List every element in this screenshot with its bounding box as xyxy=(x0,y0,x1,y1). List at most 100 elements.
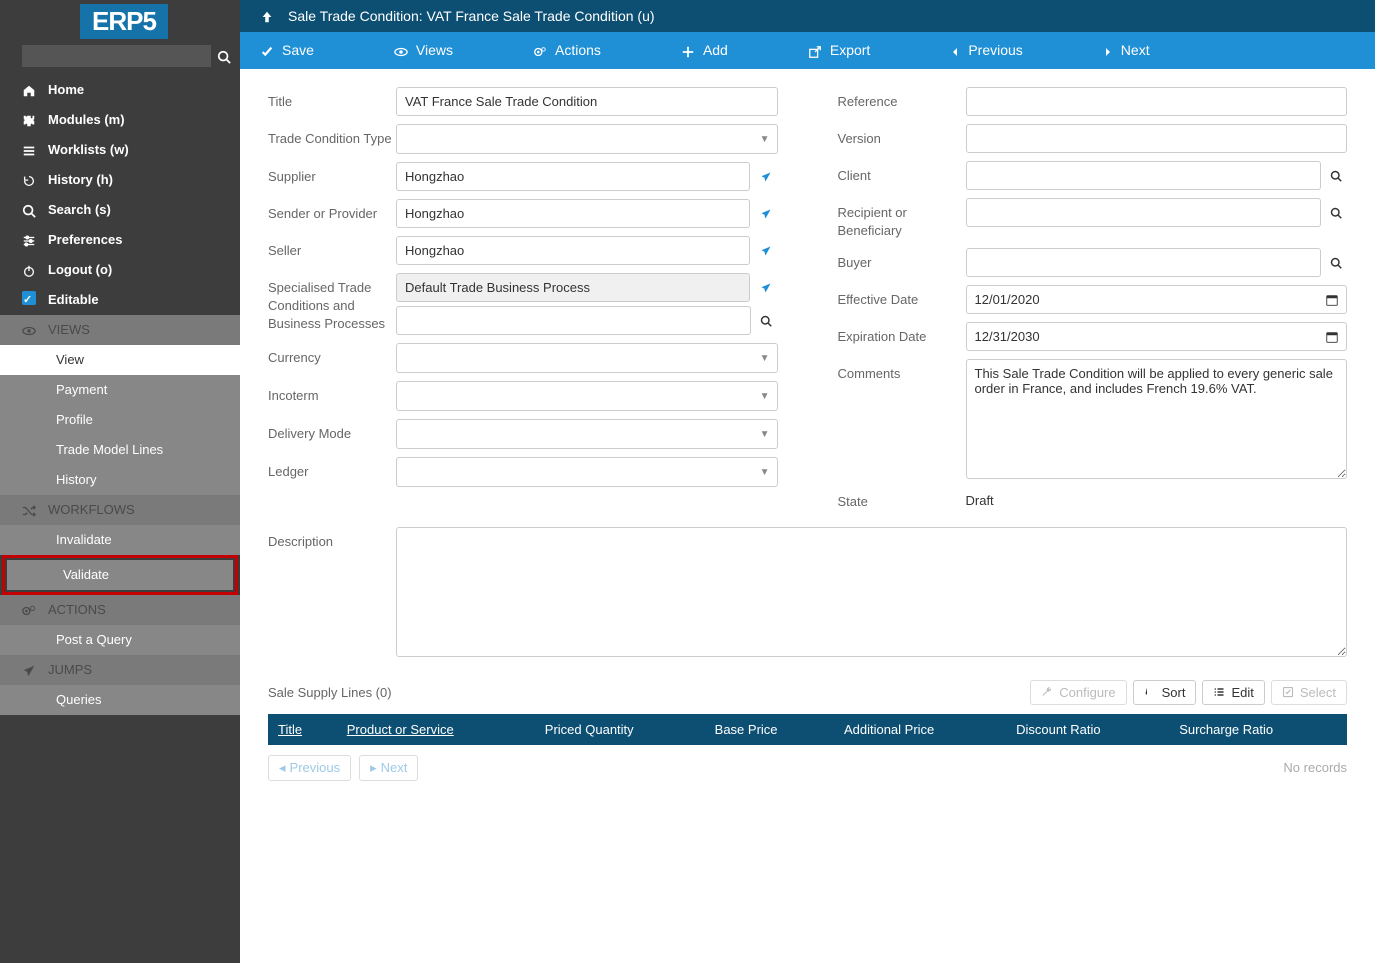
specialised-jump-button[interactable] xyxy=(754,279,778,295)
col-additional-price[interactable]: Additional Price xyxy=(834,714,1006,745)
col-discount-ratio[interactable]: Discount Ratio xyxy=(1006,714,1169,745)
search-icon xyxy=(1330,257,1342,269)
sort-button[interactable]: Sort xyxy=(1133,680,1197,705)
description-textarea[interactable] xyxy=(396,527,1347,657)
check-icon xyxy=(260,42,274,58)
wrench-icon xyxy=(1041,686,1053,698)
actionbar-add[interactable]: Add xyxy=(661,32,748,68)
search-icon xyxy=(760,315,772,327)
recipient-search-button[interactable] xyxy=(1325,204,1347,220)
supplier-jump-button[interactable] xyxy=(754,168,778,184)
logo: ERP5 xyxy=(80,4,168,39)
incoterm-label: Incoterm xyxy=(268,381,396,405)
section-actions: ACTIONS xyxy=(0,595,240,625)
nav-worklists-w-[interactable]: Worklists (w) xyxy=(0,135,240,165)
action-post-a-query[interactable]: Post a Query xyxy=(0,625,240,655)
col-priced-quantity[interactable]: Priced Quantity xyxy=(535,714,705,745)
view-view[interactable]: View xyxy=(0,345,240,375)
seller-jump-button[interactable] xyxy=(754,242,778,258)
currency-label: Currency xyxy=(268,343,396,367)
specialised-search-button[interactable] xyxy=(755,312,777,328)
reference-input[interactable] xyxy=(966,87,1348,116)
table-prev-button[interactable]: ◂Previous xyxy=(268,755,351,781)
export-icon xyxy=(808,42,822,58)
search-icon xyxy=(1330,207,1342,219)
nav-home[interactable]: Home xyxy=(0,75,240,105)
configure-button[interactable]: Configure xyxy=(1030,680,1126,705)
client-search-button[interactable] xyxy=(1325,167,1347,183)
seller-label: Seller xyxy=(268,236,396,260)
jump-queries[interactable]: Queries xyxy=(0,685,240,715)
search-icon xyxy=(1330,170,1342,182)
seller-input[interactable]: Hongzhao xyxy=(396,236,750,265)
page-title: Sale Trade Condition: VAT France Sale Tr… xyxy=(288,8,655,24)
workflow-invalidate[interactable]: Invalidate xyxy=(0,525,240,555)
sidebar: ERP5 HomeModules (m)Worklists (w)History… xyxy=(0,0,240,963)
delivery-mode-label: Delivery Mode xyxy=(268,419,396,443)
list-icon xyxy=(22,139,48,161)
plane-icon xyxy=(760,171,772,183)
col-base-price[interactable]: Base Price xyxy=(705,714,834,745)
comments-textarea[interactable] xyxy=(966,359,1348,479)
client-label: Client xyxy=(838,161,966,185)
state-value: Draft xyxy=(966,487,994,508)
select-button[interactable]: Select xyxy=(1271,680,1347,705)
table-next-button[interactable]: ▸Next xyxy=(359,755,418,781)
actionbar-actions[interactable]: Actions xyxy=(513,32,621,68)
actionbar-export[interactable]: Export xyxy=(788,32,890,68)
list-icon xyxy=(1213,686,1225,698)
view-trade-model-lines[interactable]: Trade Model Lines xyxy=(0,435,240,465)
incoterm-select[interactable] xyxy=(396,381,778,411)
nav-preferences[interactable]: Preferences xyxy=(0,225,240,255)
supply-lines-title: Sale Supply Lines (0) xyxy=(268,685,392,700)
trade-condition-type-select[interactable] xyxy=(396,124,778,154)
title-label: Title xyxy=(268,87,396,111)
sidebar-search-button[interactable] xyxy=(211,48,237,65)
col-surcharge-ratio[interactable]: Surcharge Ratio xyxy=(1169,714,1347,745)
currency-select[interactable] xyxy=(396,343,778,373)
supplier-input[interactable]: Hongzhao xyxy=(396,162,750,191)
specialised-value[interactable]: Default Trade Business Process xyxy=(396,273,750,302)
chevron-right-icon: ▸ xyxy=(370,760,377,776)
check-icon xyxy=(22,289,48,311)
description-label: Description xyxy=(268,527,396,551)
chevron-left-icon: ◂ xyxy=(279,760,286,776)
version-label: Version xyxy=(838,124,966,148)
sidebar-search-input[interactable] xyxy=(22,45,211,67)
version-input[interactable] xyxy=(966,124,1348,153)
actionbar-next[interactable]: Next xyxy=(1083,32,1170,68)
col-product-or-service[interactable]: Product or Service xyxy=(337,714,535,745)
buyer-search-button[interactable] xyxy=(1325,254,1347,270)
prev-icon xyxy=(950,42,960,58)
actionbar-previous[interactable]: Previous xyxy=(930,32,1042,68)
nav-modules-m-[interactable]: Modules (m) xyxy=(0,105,240,135)
effective-date-input[interactable] xyxy=(966,285,1348,314)
view-history[interactable]: History xyxy=(0,465,240,495)
view-payment[interactable]: Payment xyxy=(0,375,240,405)
eye-icon xyxy=(22,324,36,338)
actionbar-save[interactable]: Save xyxy=(240,32,334,68)
sender-input[interactable]: Hongzhao xyxy=(396,199,750,228)
trade-condition-type-label: Trade Condition Type xyxy=(268,124,396,148)
expiration-date-input[interactable] xyxy=(966,322,1348,351)
nav-history-h-[interactable]: History (h) xyxy=(0,165,240,195)
view-profile[interactable]: Profile xyxy=(0,405,240,435)
power-icon xyxy=(22,259,48,281)
nav-logout-o-[interactable]: Logout (o) xyxy=(0,255,240,285)
nav-editable[interactable]: Editable xyxy=(0,285,240,315)
no-records-label: No records xyxy=(1283,760,1347,775)
specialised-add-input[interactable] xyxy=(396,306,751,335)
sender-jump-button[interactable] xyxy=(754,205,778,221)
col-title[interactable]: Title xyxy=(268,714,337,745)
delivery-mode-select[interactable] xyxy=(396,419,778,449)
workflow-validate[interactable]: Validate xyxy=(7,560,233,590)
up-button[interactable] xyxy=(260,8,274,24)
ledger-select[interactable] xyxy=(396,457,778,487)
title-input[interactable] xyxy=(396,87,778,116)
actionbar-views[interactable]: Views xyxy=(374,32,473,68)
edit-button[interactable]: Edit xyxy=(1202,680,1264,705)
recipient-input[interactable] xyxy=(966,198,1321,227)
nav-search-s-[interactable]: Search (s) xyxy=(0,195,240,225)
client-input[interactable] xyxy=(966,161,1321,190)
buyer-input[interactable] xyxy=(966,248,1321,277)
